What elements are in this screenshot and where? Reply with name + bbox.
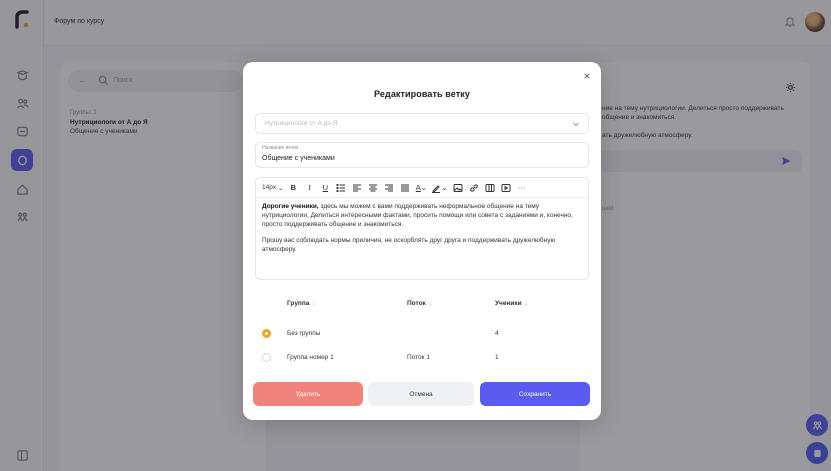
column-stream[interactable]: Поток ↕ (407, 300, 432, 307)
groups-table-header: Группа ↕ Поток ↕ Ученики ↕ (255, 300, 589, 312)
group-cell: Группа номер 1 (287, 354, 334, 361)
table-icon[interactable] (484, 181, 496, 195)
column-group[interactable]: Группа ↕ (287, 300, 316, 307)
bullet-list-icon[interactable] (335, 181, 347, 195)
thread-name-field[interactable]: Название ветки Общение с учениками (255, 142, 589, 168)
rich-text-editor[interactable]: 14px ⌄ B I U A ⌄ ⌄ ··· Дорогие ученики, з… (255, 177, 589, 280)
text-color-icon[interactable]: A ⌄ (415, 181, 427, 195)
column-stream-label: Поток (407, 300, 426, 307)
close-icon[interactable]: × (581, 70, 593, 82)
sort-icon[interactable]: ↕ (429, 300, 432, 307)
course-select-value: Нутрициологи от А до Я (265, 120, 338, 127)
editor-bold-text: Дорогие ученики, (262, 203, 319, 210)
cancel-button[interactable]: Отмена (368, 382, 474, 406)
editor-content[interactable]: Дорогие ученики, здесь мы можем с вами п… (262, 202, 582, 261)
align-justify-icon[interactable] (399, 181, 411, 195)
sort-icon[interactable]: ↕ (312, 300, 315, 307)
column-group-label: Группа (287, 300, 310, 307)
edit-thread-modal: × Редактировать ветку Нутрициологи от А … (243, 62, 601, 420)
delete-button[interactable]: Удалить (253, 382, 363, 406)
column-students-label: Ученики (495, 300, 522, 307)
embed-icon[interactable] (500, 181, 512, 195)
students-cell: 1 (495, 354, 499, 361)
stream-cell: Поток 1 (407, 354, 430, 361)
course-select[interactable]: Нутрициологи от А до Я (255, 113, 589, 134)
editor-toolbar: 14px ⌄ B I U A ⌄ ⌄ ··· (256, 178, 588, 198)
thread-name-input[interactable]: Общение с учениками (262, 155, 335, 162)
bold-icon[interactable]: B (287, 181, 299, 195)
modal-title: Редактировать ветку (374, 89, 470, 99)
highlight-icon[interactable]: ⌄ (431, 181, 448, 195)
chevron-down-icon (573, 122, 579, 127)
students-cell: 4 (495, 330, 499, 337)
group-cell: Без группы (287, 330, 321, 337)
column-students[interactable]: Ученики ↕ (495, 300, 528, 307)
editor-paragraph-1: Дорогие ученики, здесь мы можем с вами п… (262, 202, 582, 229)
italic-icon[interactable]: I (303, 181, 315, 195)
font-size-value: 14px (262, 184, 277, 191)
sort-icon[interactable]: ↕ (525, 300, 528, 307)
underline-icon[interactable]: U (319, 181, 331, 195)
align-left-icon[interactable] (351, 181, 363, 195)
save-button[interactable]: Сохранить (480, 382, 590, 406)
group-radio[interactable] (262, 329, 271, 338)
align-center-icon[interactable] (367, 181, 379, 195)
table-row[interactable]: Без группы 4 (255, 325, 589, 347)
image-icon[interactable] (452, 181, 464, 195)
group-radio[interactable] (262, 353, 271, 362)
link-icon[interactable] (468, 181, 480, 195)
table-row[interactable]: Группа номер 1 Поток 1 1 (255, 349, 589, 371)
font-size-select[interactable]: 14px ⌄ (262, 181, 283, 195)
thread-name-label: Название ветки (262, 145, 299, 151)
align-right-icon[interactable] (383, 181, 395, 195)
more-icon[interactable]: ··· (516, 181, 528, 195)
editor-paragraph-2: Прошу вас соблюдать нормы приличия, не о… (262, 237, 556, 253)
